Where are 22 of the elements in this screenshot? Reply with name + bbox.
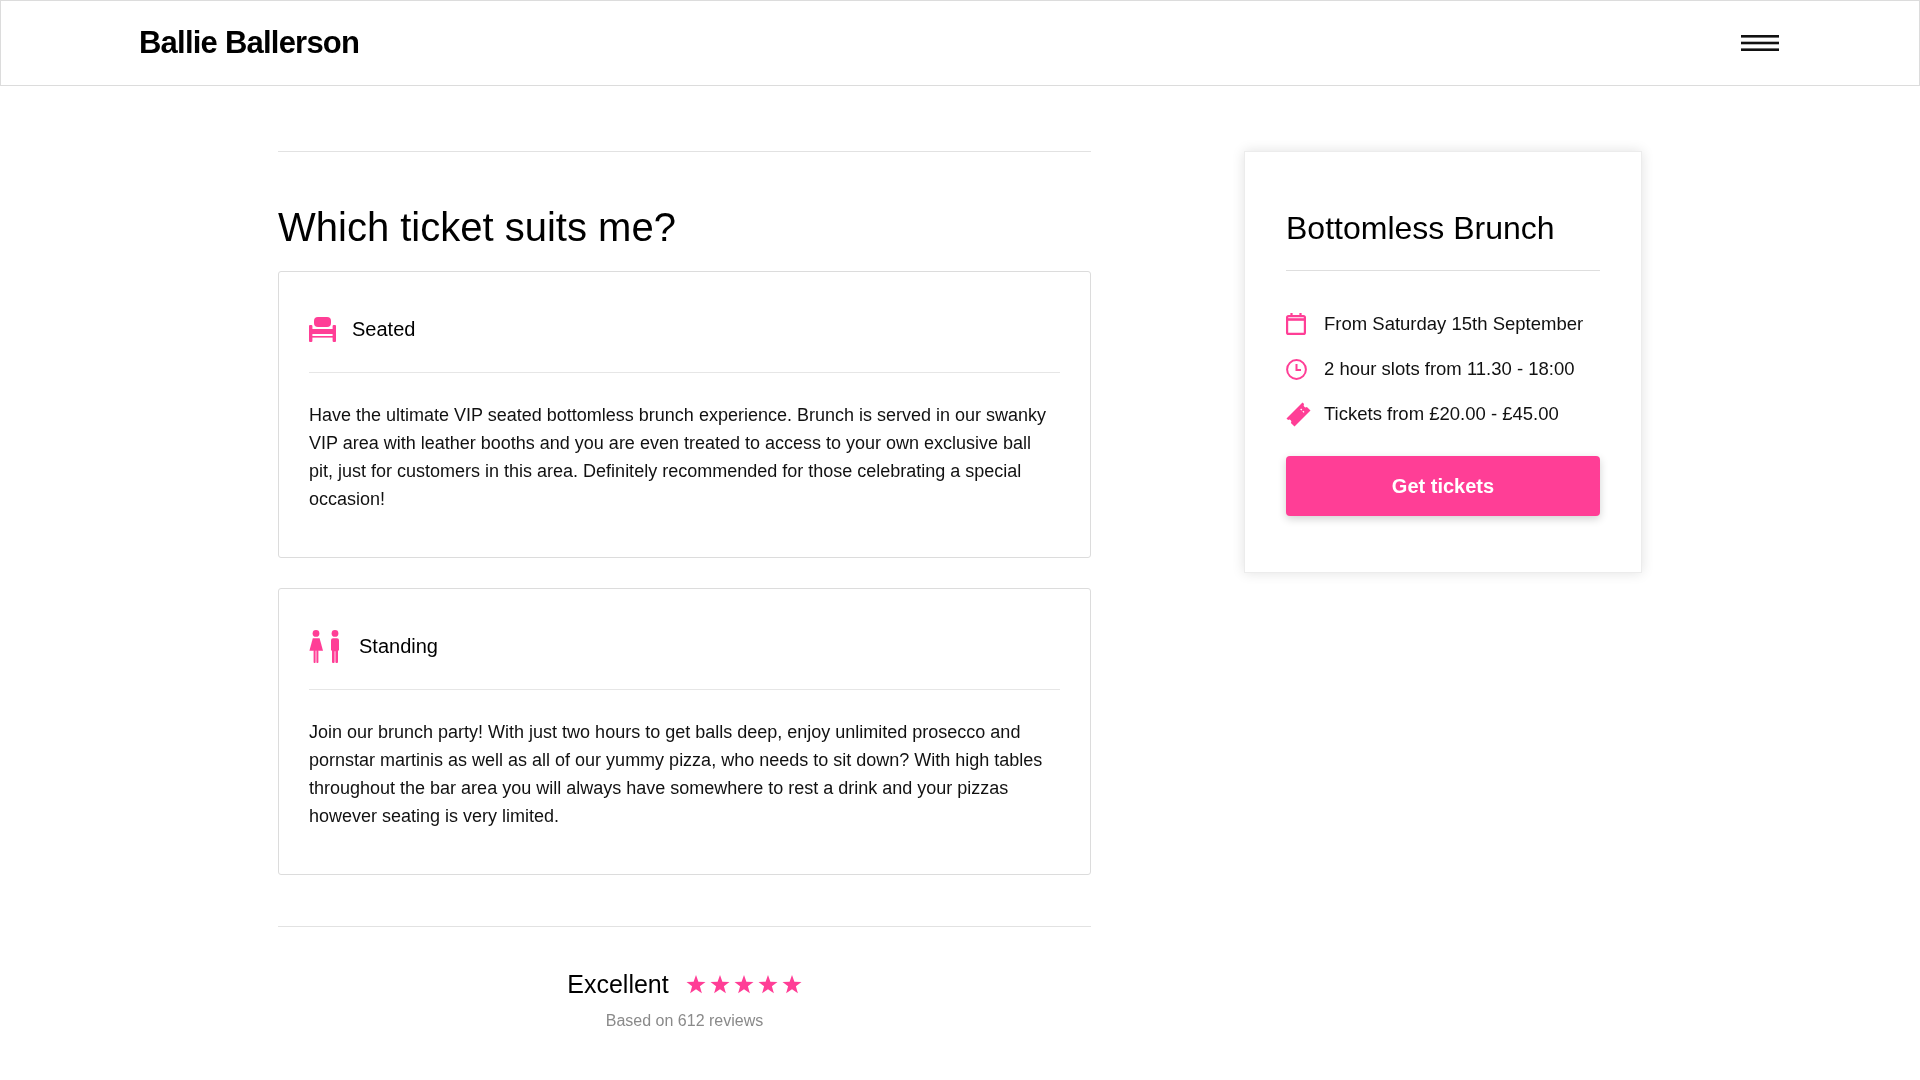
filled-star-icon <box>709 974 730 994</box>
event-title: Bottomless Brunch <box>1286 209 1556 247</box>
event-detail: Tickets from £20.00 - £45.00 <box>1324 402 1559 426</box>
filled-star-icon <box>781 974 802 994</box>
clock-icon <box>1286 358 1307 380</box>
ticket-type-title: Standing <box>359 634 438 659</box>
logo[interactable]: Ballie Ballerson <box>139 25 360 61</box>
rating-label: Excellent <box>567 969 669 1000</box>
filled-star-icon <box>685 974 706 994</box>
ticket-icon <box>1286 401 1311 427</box>
review-count: Based on 612 reviews <box>605 1011 764 1031</box>
event-detail: From Saturday 15th September <box>1324 312 1584 336</box>
filled-star-icon <box>757 974 778 994</box>
section-heading: Which ticket suits me? <box>278 204 677 250</box>
armchair-icon <box>309 316 336 342</box>
ticket-type-title: Seated <box>352 317 416 342</box>
calendar-icon <box>1286 313 1306 335</box>
event-detail: 2 hour slots from 11.30 - 18:00 <box>1324 357 1575 381</box>
ticket-description: Have the ultimate VIP seated bottomless brunch experience. Brunch is served in our swanky VIP area with leather booths and you are even treated to access to your own exclusive ball pit, just for customers in this area. Definitely recommended for those celebrating a special occasion! <box>309 404 1048 511</box>
ticket-description: Join our brunch party! With just two hours to get balls deep, enjoy unlimited prosecco and pornstar martinis as well as all of our yummy pizza, who needs to sit down? With high tables throughout the bar area you will always have somewhere to rest a drink and your pizzas however seating is very limited. <box>309 721 1044 828</box>
filled-star-icon <box>733 974 754 994</box>
menu-icon[interactable] <box>1741 35 1779 51</box>
